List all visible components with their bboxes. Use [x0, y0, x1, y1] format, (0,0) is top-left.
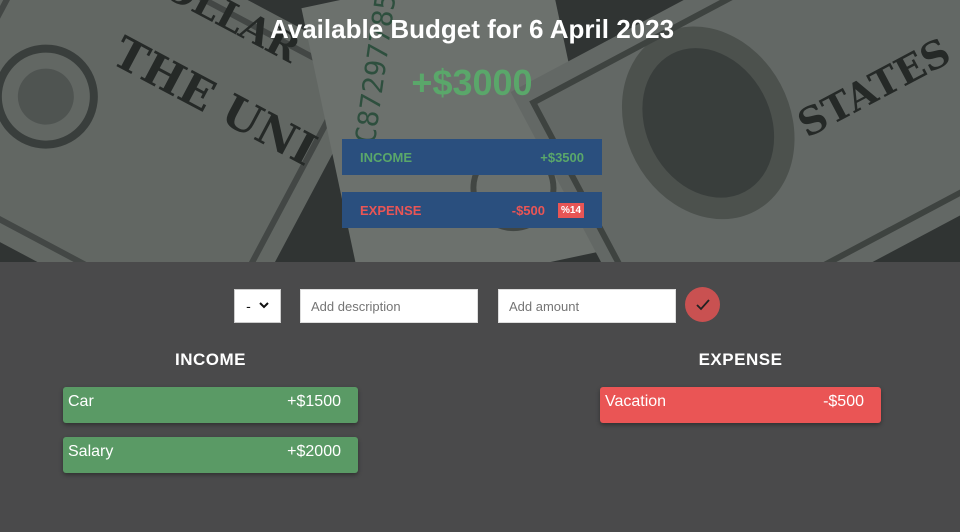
income-summary: INCOME +$3500 — [342, 139, 602, 175]
description-input[interactable]: Add description — [300, 289, 478, 323]
add-item-button[interactable] — [685, 287, 720, 322]
expense-summary: EXPENSE -$500 %14 — [342, 192, 602, 228]
available-budget-value: +$3000 — [411, 62, 533, 103]
chevron-down-icon — [259, 301, 269, 312]
income-item-value: +$2000 — [287, 443, 341, 460]
amount-input[interactable]: Add amount — [498, 289, 676, 323]
income-item-description: Salary — [68, 443, 114, 460]
expense-summary-value: -$500 — [511, 202, 545, 218]
income-item[interactable]: Car +$1500 — [63, 387, 358, 423]
expense-summary-label: EXPENSE — [360, 202, 422, 218]
budget-header: THE UNI DOLLAR C87297785 STATES Availabl… — [0, 0, 960, 262]
income-summary-value: +$3500 — [540, 149, 584, 165]
income-item[interactable]: Salary +$2000 — [63, 437, 358, 473]
expense-item-value: -$500 — [823, 393, 864, 410]
type-select-value: - — [246, 298, 251, 314]
expense-list-title: EXPENSE — [698, 350, 783, 369]
income-summary-label: INCOME — [360, 149, 412, 165]
expense-item-description: Vacation — [605, 393, 667, 410]
type-select[interactable]: - — [234, 289, 281, 323]
expense-item[interactable]: Vacation -$500 — [600, 387, 881, 423]
amount-placeholder: Add amount — [509, 298, 580, 314]
description-placeholder: Add description — [311, 298, 401, 314]
budget-title: Available Budget for 6 April 2023 — [269, 14, 675, 44]
income-item-description: Car — [68, 393, 94, 410]
expense-percentage-badge: %14 — [557, 202, 584, 218]
income-item-value: +$1500 — [287, 393, 341, 410]
checkmark-icon — [695, 298, 710, 310]
income-list-title: INCOME — [175, 350, 246, 369]
